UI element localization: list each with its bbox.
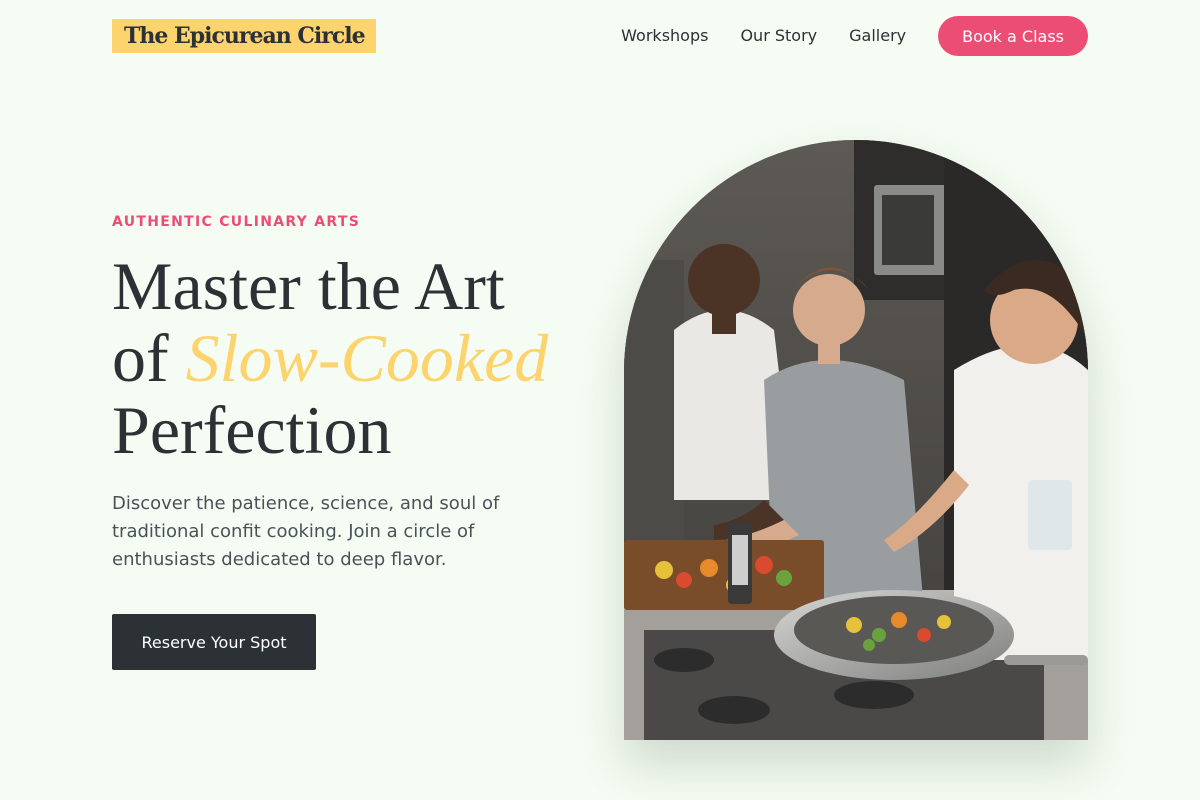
nav-gallery[interactable]: Gallery — [849, 26, 906, 46]
site-header: The Epicurean Circle Workshops Our Story… — [112, 16, 1088, 56]
headline-of: of — [112, 320, 169, 396]
hero-headline: Master the Art of Slow-Cooked Perfection — [112, 250, 612, 466]
cooking-scene-illustration — [624, 140, 1088, 740]
hero-description: Discover the patience, science, and soul… — [112, 493, 500, 570]
headline-line-3: Perfection — [112, 392, 392, 468]
reserve-spot-button[interactable]: Reserve Your Spot — [112, 614, 316, 670]
book-class-button[interactable]: Book a Class — [938, 16, 1088, 56]
headline-line-1: Master the Art — [112, 248, 505, 324]
hero-eyebrow: AUTHENTIC CULINARY ARTS — [112, 214, 361, 230]
hero-cooking-photo — [624, 140, 1088, 740]
logo[interactable]: The Epicurean Circle — [112, 19, 376, 53]
nav-workshops[interactable]: Workshops — [621, 26, 708, 46]
landing-page: The Epicurean Circle Workshops Our Story… — [0, 0, 1200, 800]
main-nav: Workshops Our Story Gallery Book a Class — [621, 16, 1088, 56]
nav-our-story[interactable]: Our Story — [740, 26, 817, 46]
headline-accent: Slow-Cooked — [185, 320, 549, 396]
